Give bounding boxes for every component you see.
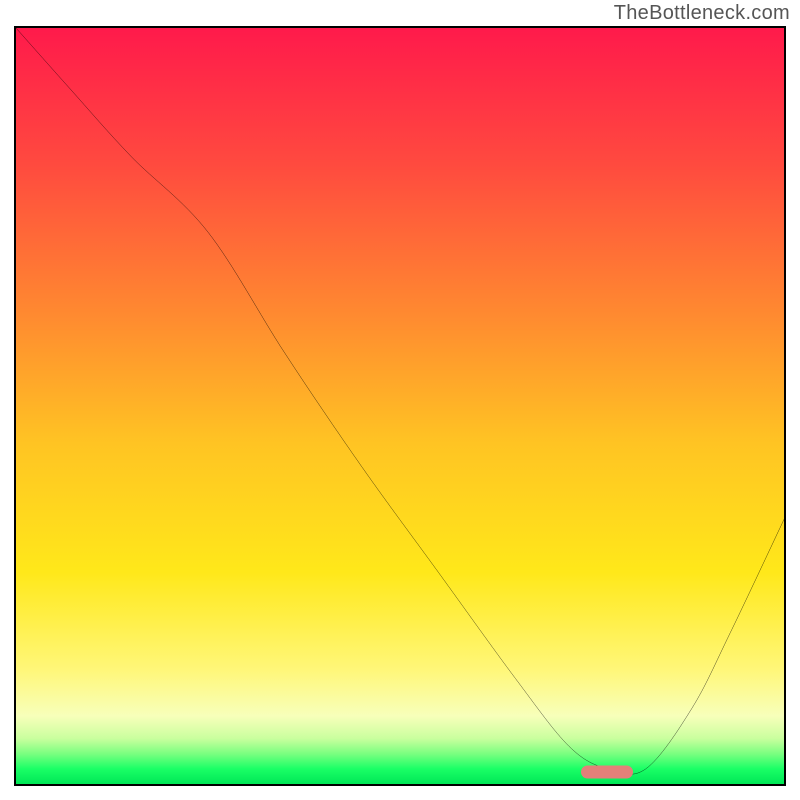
bottleneck-curve-line [16, 28, 784, 784]
optimal-range-marker [581, 765, 633, 778]
watermark-text: TheBottleneck.com [614, 2, 790, 25]
curve-path [16, 28, 784, 774]
chart-container: TheBottleneck.com [0, 0, 800, 800]
plot-frame [14, 26, 786, 786]
